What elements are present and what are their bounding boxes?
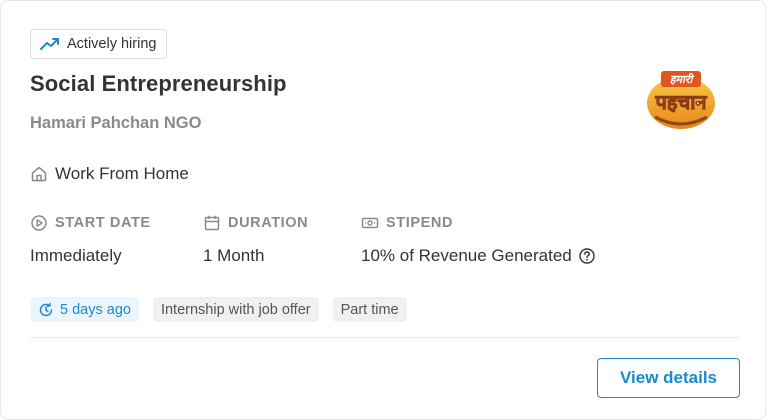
duration-value: 1 Month [203, 246, 265, 265]
company-name[interactable]: Hamari Pahchan NGO [30, 114, 201, 133]
home-icon [30, 165, 48, 183]
calendar-icon [203, 214, 221, 232]
trending-up-icon [40, 37, 60, 51]
start-date-heading: START DATE [55, 215, 151, 231]
internship-title[interactable]: Social Entrepreneurship [30, 71, 287, 97]
tags-row: 5 days ago Internship with job offer Par… [30, 297, 407, 322]
stipend-heading: STIPEND [386, 215, 454, 231]
start-date-block: START DATE Immediately [30, 214, 151, 266]
stipend-value: 10% of Revenue Generated [361, 246, 572, 265]
money-icon [361, 214, 379, 232]
location-label: Work From Home [55, 164, 189, 183]
badge-label: Actively hiring [67, 36, 157, 52]
job-offer-tag: Internship with job offer [152, 297, 319, 322]
posted-time-label: 5 days ago [60, 301, 131, 318]
actively-hiring-badge: Actively hiring [30, 29, 168, 59]
stipend-block: STIPEND 10% of Revenue Generated [361, 214, 596, 266]
location: Work From Home [30, 164, 189, 184]
duration-heading: DURATION [228, 215, 309, 231]
posted-time-tag: 5 days ago [30, 297, 139, 322]
logo-text-main: पहचान [655, 90, 708, 114]
logo-text-top: हमारी [670, 72, 695, 86]
view-details-button[interactable]: View details [597, 358, 740, 398]
company-logo[interactable]: हमारी पहचान [635, 67, 727, 133]
internship-card[interactable]: Actively hiring Social Entrepreneurship … [0, 0, 766, 420]
divider [30, 337, 740, 338]
part-time-tag: Part time [332, 297, 407, 322]
play-circle-icon [30, 214, 48, 232]
duration-block: DURATION 1 Month [203, 214, 308, 266]
help-icon[interactable] [578, 247, 596, 265]
start-date-value: Immediately [30, 246, 122, 265]
refresh-clock-icon [38, 302, 54, 318]
